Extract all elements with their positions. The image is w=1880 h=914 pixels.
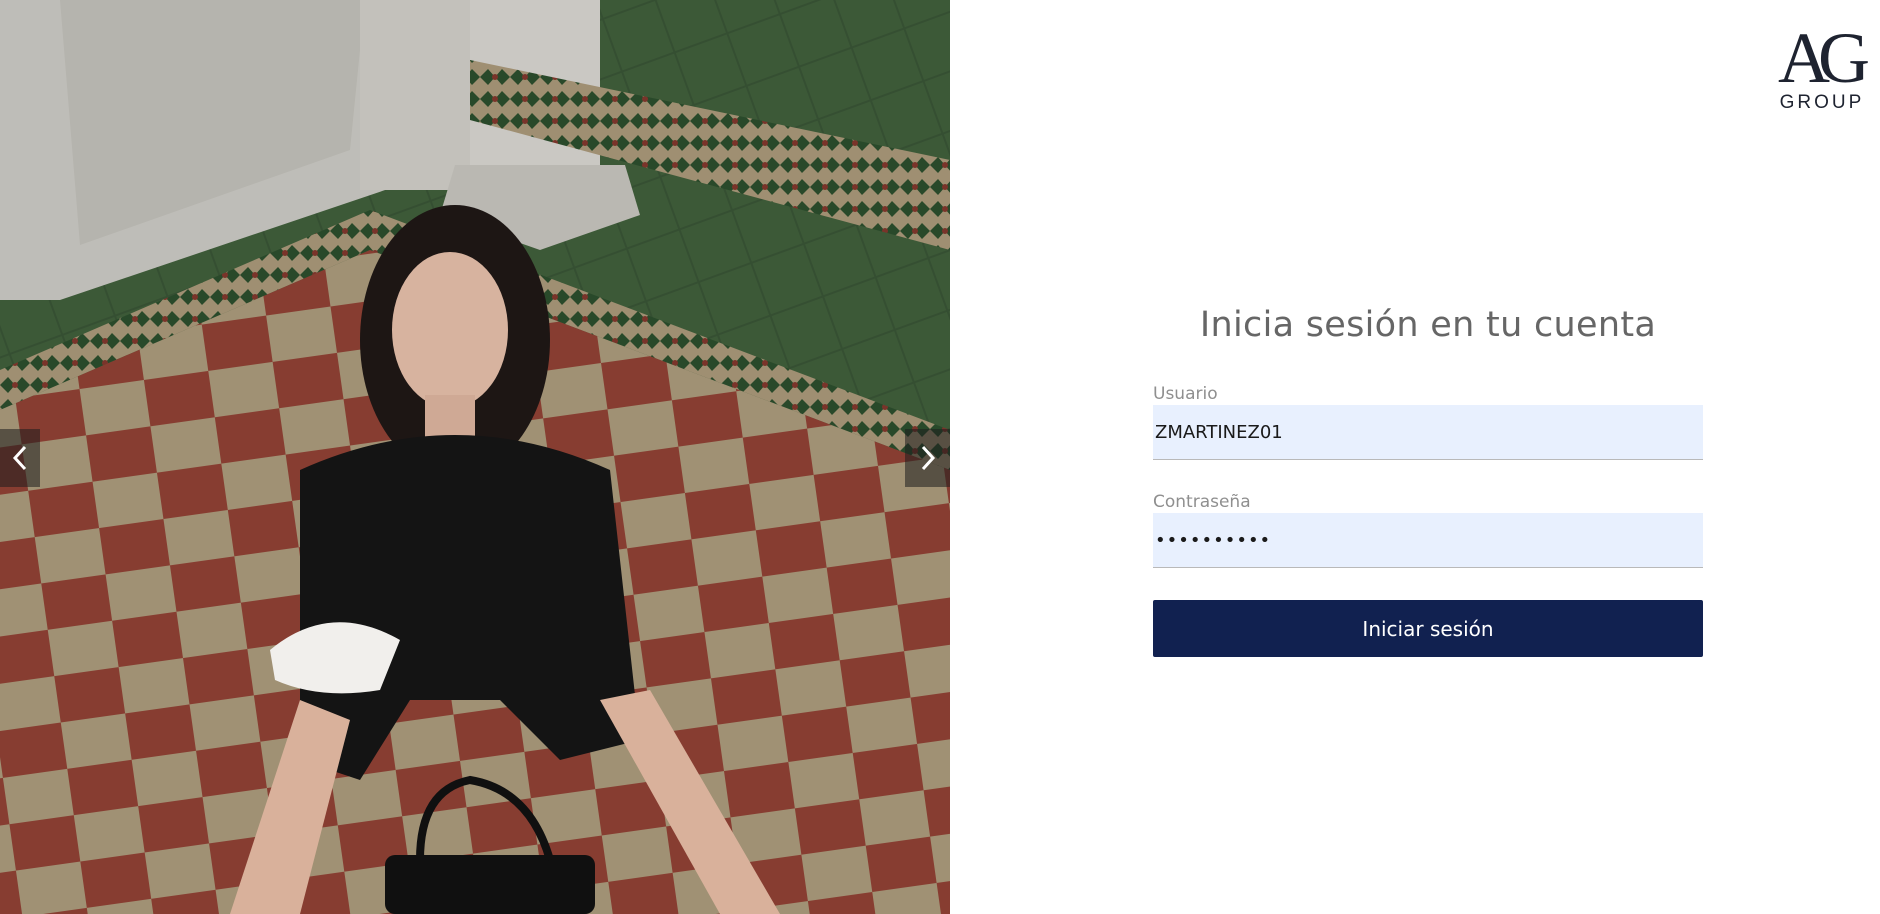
carousel-next-button[interactable]	[905, 429, 950, 487]
carousel-prev-button[interactable]	[0, 429, 40, 487]
chevron-right-icon	[921, 445, 935, 471]
login-page: AG GROUP Inicia sesión en tu cuenta Usua…	[0, 0, 1880, 914]
logo-mark: AG	[1778, 18, 1870, 98]
logo-text: GROUP	[1779, 92, 1865, 113]
login-button[interactable]: Iniciar sesión	[1153, 600, 1703, 657]
password-label: Contraseña	[1153, 492, 1251, 512]
username-label: Usuario	[1153, 384, 1218, 404]
password-input[interactable]	[1153, 513, 1703, 568]
username-input[interactable]	[1153, 405, 1703, 460]
hero-carousel	[0, 0, 950, 914]
login-title: Inicia sesión en tu cuenta	[1199, 305, 1657, 345]
hero-image	[0, 0, 950, 914]
chevron-left-icon	[12, 445, 27, 471]
brand-logo: AG GROUP	[1773, 22, 1871, 116]
